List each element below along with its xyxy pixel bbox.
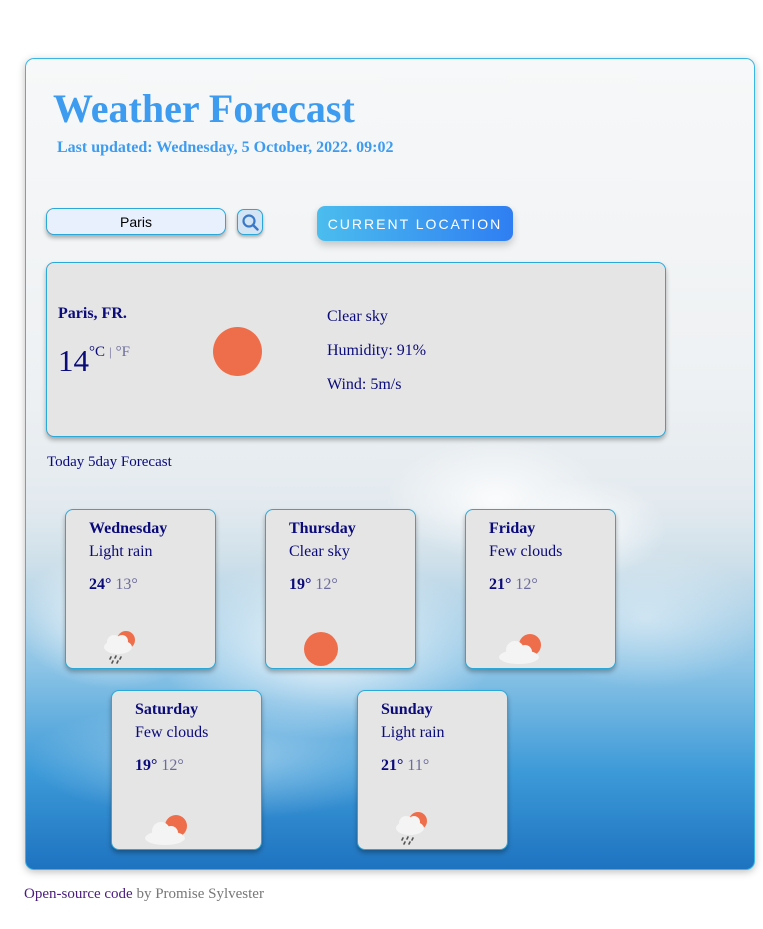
forecast-low: 12° — [315, 576, 338, 593]
current-location-button[interactable]: CURRENT LOCATION — [317, 206, 513, 241]
forecast-day: Wednesday — [89, 520, 168, 537]
open-source-link[interactable]: Open-source code — [24, 886, 133, 902]
cloud-sun-icon — [499, 634, 541, 664]
forecast-high: 19° — [135, 757, 158, 774]
forecast-low: 12° — [515, 576, 538, 593]
forecast-day: Sunday — [381, 701, 433, 718]
weather-app-card: Weather Forecast Last updated: Wednesday… — [25, 58, 755, 870]
forecast-high: 24° — [89, 576, 112, 593]
forecast-temps: 19° 12° — [289, 576, 338, 594]
sun-icon — [304, 632, 338, 666]
search-icon — [242, 214, 259, 231]
forecast-heading: Today 5day Forecast — [47, 454, 172, 470]
city-search-input[interactable] — [46, 208, 226, 235]
cloud-sun-icon — [145, 815, 187, 845]
humidity-text: Humidity: 91% — [327, 342, 427, 359]
forecast-description: Light rain — [89, 543, 153, 560]
forecast-card-thursday: Thursday Clear sky 19° 12° — [265, 509, 416, 669]
current-weather-panel: Paris, FR. 14°C | °F Clear sky Humidity:… — [46, 262, 666, 437]
forecast-card-saturday: Saturday Few clouds 19° 12° — [111, 690, 262, 850]
forecast-low: 13° — [115, 576, 138, 593]
forecast-day: Friday — [489, 520, 536, 537]
forecast-description: Few clouds — [489, 543, 563, 560]
current-city: Paris, FR. — [58, 305, 127, 322]
forecast-high: 21° — [489, 576, 512, 593]
forecast-day: Saturday — [135, 701, 199, 718]
last-updated-text: Last updated: Wednesday, 5 October, 2022… — [57, 139, 394, 156]
fahrenheit-link[interactable]: °F — [116, 344, 130, 360]
forecast-card-friday: Friday Few clouds 21° 12° — [465, 509, 616, 669]
sun-icon — [213, 327, 262, 376]
forecast-day: Thursday — [289, 520, 356, 537]
wind-text: Wind: 5m/s — [327, 376, 402, 393]
unit-separator: | — [109, 344, 112, 359]
forecast-low: 12° — [161, 757, 184, 774]
current-details: Clear sky Humidity: 91% Wind: 5m/s — [327, 308, 426, 410]
forecast-temps: 24° 13° — [89, 576, 138, 594]
current-temperature: 14°C | °F — [58, 343, 130, 379]
forecast-card-sunday: Sunday Light rain 21° 11° — [357, 690, 508, 850]
forecast-high: 19° — [289, 576, 312, 593]
author-credit: by Promise Sylvester — [136, 886, 264, 902]
condition-text: Clear sky — [327, 308, 388, 325]
forecast-description: Light rain — [381, 724, 445, 741]
rain-cloud-sun-icon — [396, 812, 427, 845]
rain-cloud-sun-icon — [104, 631, 135, 664]
forecast-description: Clear sky — [289, 543, 350, 560]
forecast-temps: 19° 12° — [135, 757, 184, 775]
forecast-temps: 21° 11° — [381, 757, 429, 775]
temperature-value: 14 — [58, 343, 89, 378]
footer: Open-source code by Promise Sylvester — [24, 886, 264, 903]
forecast-card-wednesday: Wednesday Light rain 24° 13° — [65, 509, 216, 669]
celsius-link[interactable]: °C — [89, 344, 105, 360]
forecast-low: 11° — [407, 757, 430, 774]
forecast-high: 21° — [381, 757, 404, 774]
forecast-description: Few clouds — [135, 724, 209, 741]
page-title: Weather Forecast — [53, 86, 355, 131]
forecast-temps: 21° 12° — [489, 576, 538, 594]
search-button[interactable] — [237, 209, 263, 235]
